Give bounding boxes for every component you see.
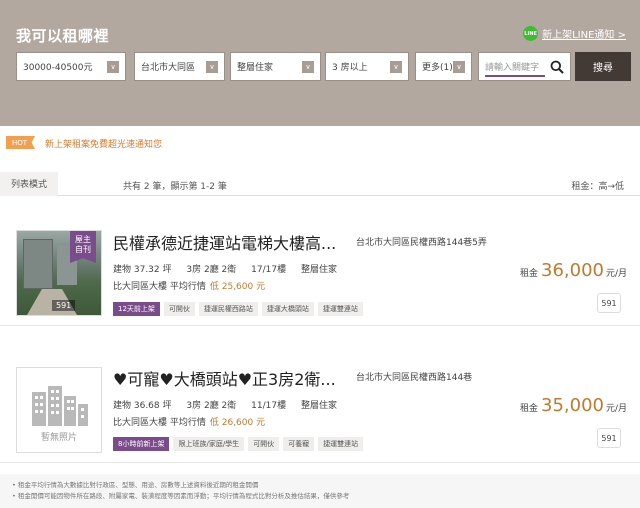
input-underline — [485, 75, 545, 77]
image-count-badge[interactable]: 591 — [597, 293, 621, 313]
more-filter-value: 更多(1) — [422, 63, 453, 73]
listing-area: 建物 37.32 坪 — [113, 265, 172, 275]
owner-tag-line: 屋主 — [75, 235, 91, 244]
no-photo-placeholder: 暫無照片 — [17, 368, 101, 452]
footnote-text: 租金平均行情為大數據比對行政區、型態、用途、房數等上述資料後近期的租金開價 — [17, 481, 259, 489]
listing-layout: 3房 2廳 2衛 — [186, 401, 237, 411]
chevron-down-icon: ∨ — [390, 61, 402, 73]
tag-new-listing: 8小時前新上架 — [113, 437, 170, 451]
building-icon — [32, 386, 88, 426]
hot-notify-link[interactable]: 新上架租案免費超光速通知您 — [45, 137, 162, 150]
tag: 可開伙 — [248, 437, 280, 451]
price-filter-value: 30000-40500元 — [23, 63, 93, 73]
average-label: 比大同區大樓 平均行情 — [113, 282, 206, 292]
more-filter[interactable]: 更多(1) ∨ — [415, 52, 472, 81]
tag: 捷運雙連站 — [317, 302, 363, 316]
district-filter[interactable]: 台北市大同區 ∨ — [134, 52, 225, 81]
listing-floor: 11/17樓 — [251, 401, 287, 411]
rooms-filter[interactable]: 3 房以上 ∨ — [325, 52, 409, 81]
footnote: • 租金平均行情為大數據比對行政區、型態、用途、房數等上述資料後近期的租金開價 — [12, 481, 259, 489]
listing-category: 整層住家 — [300, 401, 337, 411]
type-filter[interactable]: 整層住家 ∨ — [230, 52, 321, 81]
listing-rent: 租金 36,000 元/月 — [520, 260, 627, 281]
rent-unit: 元/月 — [606, 404, 628, 414]
listing-average: 比大同區大樓 平均行情低 25,600 元 — [113, 279, 265, 292]
rent-value: 35,000 — [541, 395, 604, 416]
no-photo-label: 暫無照片 — [40, 433, 77, 443]
chevron-down-icon: ∨ — [302, 61, 314, 73]
chevron-down-icon: ∨ — [453, 61, 465, 73]
tag: 可開伙 — [163, 302, 195, 316]
chevron-down-icon: ∨ — [206, 61, 218, 73]
listing-meta: 建物 36.68 坪 3房 2廳 2衛 11/17樓 整層住家 — [113, 398, 349, 411]
rent-unit: 元/月 — [606, 269, 628, 279]
listing-title[interactable]: 民權承德近捷運站電梯大樓高... — [113, 230, 336, 254]
tag: 可養寵 — [283, 437, 315, 451]
hot-badge: HOT — [6, 136, 36, 149]
rent-label: 租金 — [520, 269, 539, 279]
image-count-badge[interactable]: 591 — [597, 428, 621, 448]
listing-photo: 屋主 自刊 591 — [17, 231, 101, 315]
listing-address: 台北市大同區民權西路144巷 — [356, 373, 473, 383]
footnote-text: 租金開價可能因物件所在路段、附屬家電、裝潢程度等因素而浮動；平均行情為程式比對分… — [17, 492, 350, 500]
chevron-down-icon: ∨ — [107, 61, 119, 73]
listing-thumbnail[interactable]: 暫無照片 — [16, 367, 102, 453]
tag: 限上班族/家庭/學生 — [173, 437, 245, 451]
listing-floor: 17/17樓 — [251, 265, 287, 275]
keyword-input[interactable]: 請輸入關鍵字 — [478, 52, 571, 81]
listing-average: 比大同區大樓 平均行情低 26,600 元 — [113, 415, 265, 428]
listing-layout: 3房 2廳 2衛 — [186, 265, 237, 275]
tag-new-listing: 12天前上架 — [113, 302, 160, 316]
line-notify-link[interactable]: LINE 新上架LINE通知 > — [523, 26, 626, 41]
line-notify-label: 新上架LINE通知 > — [542, 30, 626, 41]
rent-value: 36,000 — [541, 260, 604, 281]
type-filter-value: 整層住家 — [237, 63, 274, 73]
listing-rent: 租金 35,000 元/月 — [520, 395, 627, 416]
tag: 捷運大橋頭站 — [261, 302, 314, 316]
listing-title[interactable]: ♥可寵♥大橋頭站♥正3房2衛... — [113, 366, 336, 390]
tag: 捷運雙連站 — [318, 437, 364, 451]
listing-tags: 8小時前新上架 限上班族/家庭/學生 可開伙 可養寵 捷運雙連站 — [113, 437, 364, 451]
photo-building — [23, 239, 53, 289]
search-title: 我可以租哪裡 — [16, 27, 110, 45]
line-icon: LINE — [523, 26, 539, 41]
owner-listed-badge: 屋主 自刊 — [70, 231, 96, 263]
district-filter-value: 台北市大同區 — [141, 63, 196, 73]
keyword-placeholder: 請輸入關鍵字 — [485, 63, 540, 73]
average-value: 低 26,600 元 — [209, 418, 266, 428]
photo-count: 591 — [52, 300, 76, 311]
search-panel: 我可以租哪裡 LINE 新上架LINE通知 > 30000-40500元 ∨ 台… — [0, 0, 640, 126]
rooms-filter-value: 3 房以上 — [332, 63, 368, 73]
footnote: • 租金開價可能因物件所在路段、附屬家電、裝潢程度等因素而浮動；平均行情為程式比… — [12, 492, 350, 500]
listing-area: 建物 36.68 坪 — [113, 401, 172, 411]
tab-list-mode[interactable]: 列表模式 — [0, 172, 58, 196]
listing-category: 整層住家 — [300, 265, 337, 275]
average-value: 低 25,600 元 — [209, 282, 266, 292]
owner-tag-line: 自刊 — [75, 245, 91, 254]
list-toolbar: 列表模式 共有 2 筆，顯示第 1-2 筆 租金：高→低 — [0, 172, 640, 196]
average-label: 比大同區大樓 平均行情 — [113, 418, 206, 428]
listing-meta: 建物 37.32 坪 3房 2廳 2衛 17/17樓 整層住家 — [113, 262, 349, 275]
listing-card[interactable]: 屋主 自刊 591 民權承德近捷運站電梯大樓高... 台北市大同區民權西路144… — [0, 216, 640, 326]
listing-address: 台北市大同區民權西路144巷5弄 — [356, 238, 487, 248]
price-filter[interactable]: 30000-40500元 ∨ — [16, 52, 126, 81]
footnotes: • 租金平均行情為大數據比對行政區、型態、用途、房數等上述資料後近期的租金開價 … — [0, 474, 640, 508]
listing-thumbnail[interactable]: 屋主 自刊 591 — [16, 230, 102, 316]
rent-label: 租金 — [520, 404, 539, 414]
listing-card[interactable]: 暫無照片 ♥可寵♥大橋頭站♥正3房2衛... 台北市大同區民權西路144巷 建物… — [0, 353, 640, 463]
listing-tags: 12天前上架 可開伙 捷運民權西路站 捷運大橋頭站 捷運雙連站 — [113, 302, 363, 316]
tag: 捷運民權西路站 — [198, 302, 258, 316]
search-icon[interactable] — [550, 60, 564, 74]
sort-dropdown[interactable]: 租金：高→低 — [571, 179, 624, 192]
search-button[interactable]: 搜尋 — [575, 52, 631, 81]
result-count: 共有 2 筆，顯示第 1-2 筆 — [123, 182, 227, 192]
